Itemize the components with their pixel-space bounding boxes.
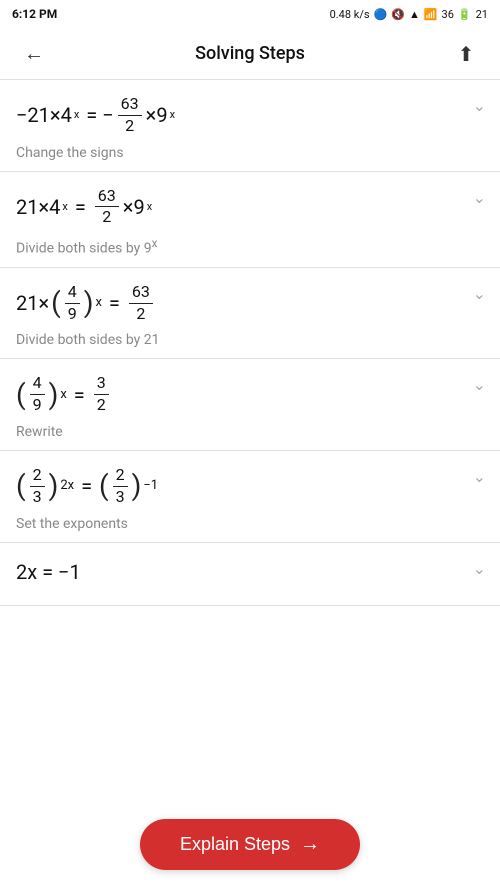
step-2-description: Divide both sides by 9x bbox=[16, 236, 484, 257]
step-6: ⌄ 2x = −1 bbox=[0, 543, 500, 606]
chevron-6[interactable]: ⌄ bbox=[473, 559, 486, 578]
explain-steps-button[interactable]: Explain Steps → bbox=[140, 819, 360, 870]
wifi-icon: ▲ bbox=[409, 8, 420, 21]
status-time: 6:12 PM bbox=[12, 7, 57, 21]
step-1: ⌄ −21×4 x = − 63 2 ×9 x Change the signs bbox=[0, 80, 500, 172]
step-1-description: Change the signs bbox=[16, 145, 484, 161]
chevron-4[interactable]: ⌄ bbox=[473, 375, 486, 394]
battery-icon: 🔋 bbox=[458, 8, 472, 21]
mute-icon: 🔇 bbox=[391, 8, 405, 21]
explain-btn-bar: Explain Steps → bbox=[0, 807, 500, 888]
chevron-1[interactable]: ⌄ bbox=[473, 96, 486, 115]
status-icons: 0.48 k/s 🔵 🔇 ▲ 📶 36 🔋 21 bbox=[330, 8, 488, 21]
explain-steps-arrow: → bbox=[300, 833, 320, 856]
speed-indicator: 0.48 k/s bbox=[330, 8, 370, 21]
step-2-formula: 21×4 x = 63 2 ×9 x bbox=[16, 186, 484, 229]
step-6-formula: 2x = −1 bbox=[16, 557, 484, 587]
chevron-5[interactable]: ⌄ bbox=[473, 467, 486, 486]
step-3: ⌄ 21× ( 4 9 ) x = 63 2 Divide both sides… bbox=[0, 268, 500, 360]
explain-steps-label: Explain Steps bbox=[180, 834, 290, 855]
step-4-formula: ( 4 9 ) x = 3 2 bbox=[16, 373, 484, 416]
chevron-2[interactable]: ⌄ bbox=[473, 188, 486, 207]
back-button[interactable]: ← bbox=[16, 41, 52, 66]
step-3-formula: 21× ( 4 9 ) x = 63 2 bbox=[16, 282, 484, 325]
step-1-formula: −21×4 x = − 63 2 ×9 x bbox=[16, 94, 484, 137]
step-5-formula: ( 2 3 ) 2x = ( 2 3 ) −1 bbox=[16, 465, 484, 508]
top-bar: ← Solving Steps ⬆ bbox=[0, 28, 500, 80]
step-4-description: Rewrite bbox=[16, 424, 484, 440]
chevron-3[interactable]: ⌄ bbox=[473, 284, 486, 303]
bluetooth-icon: 🔵 bbox=[374, 8, 388, 21]
battery-level: 21 bbox=[476, 8, 488, 21]
steps-content: ⌄ −21×4 x = − 63 2 ×9 x Change the signs… bbox=[0, 80, 500, 686]
share-button[interactable]: ⬆ bbox=[448, 42, 484, 66]
network-label: 36 bbox=[442, 8, 454, 21]
step-2: ⌄ 21×4 x = 63 2 ×9 x Divide both sides b… bbox=[0, 172, 500, 268]
status-bar: 6:12 PM 0.48 k/s 🔵 🔇 ▲ 📶 36 🔋 21 bbox=[0, 0, 500, 28]
signal-icon: 📶 bbox=[424, 8, 438, 21]
step-5: ⌄ ( 2 3 ) 2x = ( 2 3 ) −1 Set the expone… bbox=[0, 451, 500, 543]
page-title: Solving Steps bbox=[52, 43, 448, 64]
step-4: ⌄ ( 4 9 ) x = 3 2 Rewrite bbox=[0, 359, 500, 451]
step-5-description: Set the exponents bbox=[16, 516, 484, 532]
step-3-description: Divide both sides by 21 bbox=[16, 332, 484, 348]
